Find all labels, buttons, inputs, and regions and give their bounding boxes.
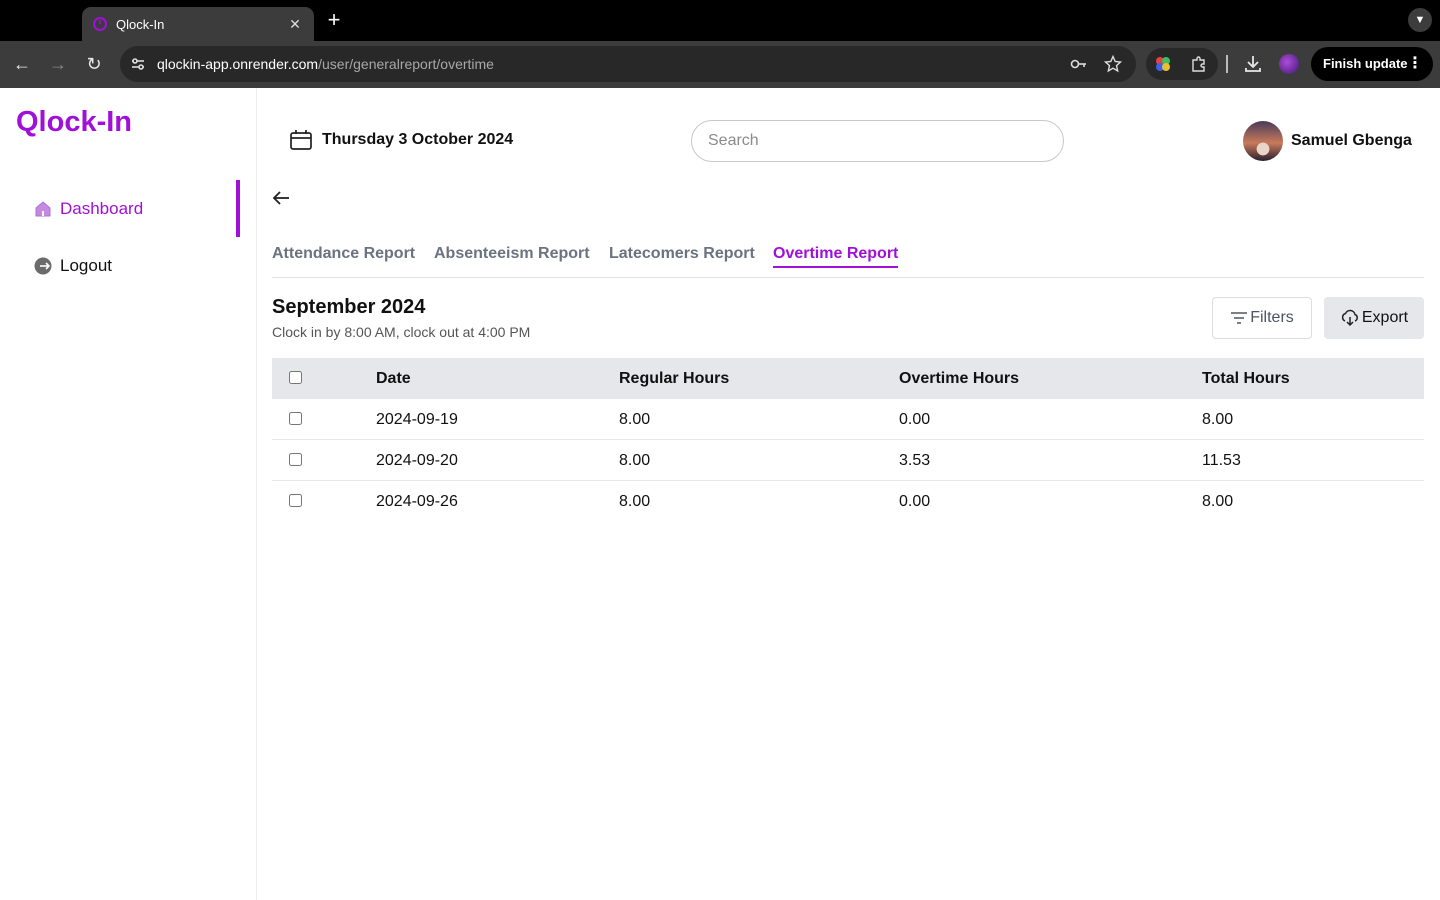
bookmark-star-icon[interactable] [1104, 55, 1122, 73]
row-checkbox[interactable] [289, 494, 302, 507]
select-all-checkbox[interactable] [289, 371, 302, 384]
browser-tab-strip: Qlock-In ✕ + ▼ [0, 0, 1440, 41]
app-logo[interactable]: Qlock-In [16, 106, 132, 139]
export-label: Export [1361, 309, 1409, 326]
cell-regular-hours: 8.00 [619, 493, 651, 510]
back-arrow-icon[interactable] [271, 188, 291, 208]
table-row: 2024-09-20 8.00 3.53 11.53 [272, 440, 1424, 481]
main-content: Thursday 3 October 2024 Samuel Gbenga At… [257, 88, 1440, 900]
browser-tab[interactable]: Qlock-In ✕ [82, 7, 314, 41]
cell-date: 2024-09-20 [376, 452, 458, 469]
sidebar-item-logout[interactable]: Logout [34, 246, 257, 286]
cell-date: 2024-09-19 [376, 411, 458, 428]
cell-total-hours: 8.00 [1202, 493, 1234, 510]
cell-total-hours: 11.53 [1202, 452, 1241, 469]
user-name: Samuel Gbenga [1291, 132, 1412, 149]
sidebar-item-label: Dashboard [60, 199, 144, 218]
filters-button[interactable]: Filters [1212, 297, 1312, 339]
filter-icon [1231, 312, 1248, 324]
toolbar-separator [1226, 55, 1228, 73]
cell-regular-hours: 8.00 [619, 411, 651, 428]
column-header-total-hours[interactable]: Total Hours [1202, 370, 1290, 388]
table-row: 2024-09-26 8.00 0.00 8.00 [272, 481, 1424, 522]
user-profile[interactable]: Samuel Gbenga [1243, 121, 1412, 161]
column-header-overtime-hours[interactable]: Overtime Hours [899, 370, 1019, 388]
close-tab-icon[interactable]: ✕ [286, 16, 304, 33]
column-header-regular-hours[interactable]: Regular Hours [619, 370, 729, 388]
active-nav-indicator [236, 180, 240, 237]
back-nav-icon[interactable]: ← [11, 53, 33, 75]
filters-label: Filters [1250, 309, 1294, 326]
report-period-title: September 2024 [272, 296, 426, 318]
forward-nav-icon[interactable]: → [47, 53, 69, 75]
password-key-icon[interactable] [1070, 55, 1088, 73]
row-checkbox[interactable] [289, 453, 302, 466]
address-bar[interactable]: qlockin-app.onrender.com/user/generalrep… [120, 46, 1136, 82]
tab-search-icon[interactable]: ▼ [1408, 8, 1432, 32]
extensions-puzzle-icon[interactable] [1190, 55, 1208, 73]
calendar-icon [290, 130, 312, 150]
report-tabs: Attendance Report Absenteeism Report Lat… [272, 242, 1424, 278]
table-header-row: Date Regular Hours Overtime Hours Total … [272, 358, 1424, 399]
cell-date: 2024-09-26 [376, 493, 458, 510]
new-tab-icon[interactable]: + [322, 8, 346, 32]
logout-icon [34, 257, 52, 275]
overtime-table: Date Regular Hours Overtime Hours Total … [272, 358, 1424, 522]
date-text: Thursday 3 October 2024 [322, 131, 514, 148]
sidebar: Qlock-In Dashboard Logout [0, 88, 257, 900]
finish-update-button[interactable]: Finish update ⋮ [1311, 47, 1433, 81]
tab-overtime-report[interactable]: Overtime Report [773, 245, 899, 268]
color-extension-icon[interactable] [1154, 55, 1172, 73]
search-input[interactable] [691, 120, 1064, 162]
url-text: qlockin-app.onrender.com/user/generalrep… [157, 56, 494, 72]
menu-dots-icon: ⋮ [1407, 55, 1423, 72]
reload-icon[interactable]: ↻ [83, 53, 105, 75]
extensions-group [1146, 48, 1218, 80]
profile-avatar-icon[interactable] [1279, 54, 1299, 74]
cell-regular-hours: 8.00 [619, 452, 651, 469]
avatar[interactable] [1243, 121, 1283, 161]
current-date: Thursday 3 October 2024 [289, 129, 513, 151]
site-info-icon[interactable] [128, 54, 148, 74]
cell-overtime-hours: 3.53 [899, 452, 931, 469]
sidebar-item-dashboard[interactable]: Dashboard [34, 189, 257, 229]
browser-toolbar: ← → ↻ qlockin-app.onrender.com/user/gene… [0, 41, 1440, 88]
tab-absenteeism-report[interactable]: Absenteeism Report [434, 245, 590, 263]
download-icon[interactable] [1242, 53, 1264, 75]
browser-tab-title: Qlock-In [116, 16, 165, 32]
cloud-download-icon [1341, 309, 1358, 327]
row-checkbox[interactable] [289, 412, 302, 425]
home-icon [35, 201, 51, 217]
export-button[interactable]: Export [1324, 297, 1424, 339]
tab-latecomers-report[interactable]: Latecomers Report [609, 245, 755, 263]
report-rule-text: Clock in by 8:00 AM, clock out at 4:00 P… [272, 324, 531, 340]
cell-overtime-hours: 0.00 [899, 493, 931, 510]
qlockin-favicon-icon [93, 17, 107, 31]
cell-overtime-hours: 0.00 [899, 411, 931, 428]
tab-attendance-report[interactable]: Attendance Report [272, 245, 415, 263]
column-header-date[interactable]: Date [376, 370, 411, 388]
sidebar-item-label: Logout [60, 256, 112, 275]
cell-total-hours: 8.00 [1202, 411, 1234, 428]
table-row: 2024-09-19 8.00 0.00 8.00 [272, 399, 1424, 440]
